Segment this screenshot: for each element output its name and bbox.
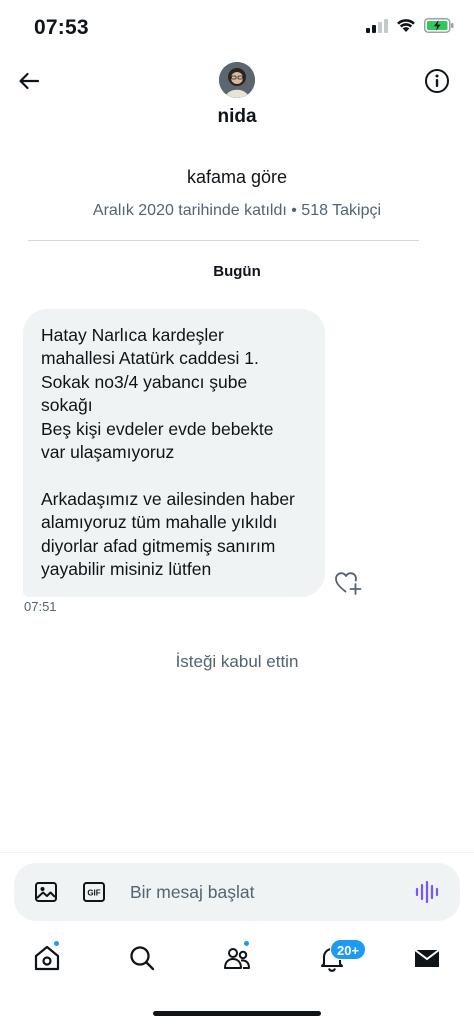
arrow-left-icon	[19, 72, 40, 90]
status-bar: 07:53	[0, 0, 474, 56]
conversation-info-button[interactable]	[422, 66, 452, 96]
composer-divider	[0, 852, 474, 853]
profile-meta: Aralık 2020 tarihinde katıldı • 518 Taki…	[92, 202, 382, 219]
message-input[interactable]	[130, 878, 400, 906]
divider	[28, 240, 419, 241]
image-icon	[35, 882, 57, 902]
wifi-icon	[397, 19, 415, 32]
tab-communities[interactable]	[222, 943, 252, 973]
communities-notification-dot	[243, 940, 250, 947]
status-icons	[366, 18, 454, 33]
react-button[interactable]	[334, 570, 362, 596]
add-gif-button[interactable]: GIF	[82, 880, 106, 904]
date-separator: Bugün	[213, 263, 261, 280]
avatar[interactable]	[219, 62, 255, 98]
add-image-button[interactable]	[34, 880, 58, 904]
message-paragraph: Arkadaşımız ve ailesinden haber alamıyor…	[41, 488, 295, 580]
search-icon	[130, 946, 155, 971]
message-bubble[interactable]: Hatay Narlıca kardeşler mahallesi Atatür…	[23, 309, 325, 597]
home-notification-dot	[53, 940, 60, 947]
avatar-photo-icon	[219, 62, 255, 98]
communities-icon	[224, 948, 250, 969]
tab-search[interactable]	[127, 943, 157, 973]
tab-home[interactable]	[32, 943, 62, 973]
cellular-signal-icon	[366, 18, 388, 33]
tab-messages[interactable]	[412, 943, 442, 973]
message-composer: GIF	[14, 863, 460, 921]
battery-charging-icon	[424, 18, 454, 33]
request-accepted-notice: İsteği kabul ettin	[175, 652, 299, 671]
voice-waveform-icon	[415, 880, 439, 904]
info-icon	[425, 69, 449, 93]
gif-icon: GIF	[83, 882, 105, 902]
profile-bio: kafama göre	[186, 167, 288, 187]
message-timestamp: 07:51	[24, 599, 57, 614]
home-indicator	[153, 1011, 321, 1016]
home-icon	[34, 945, 60, 971]
heart-plus-icon	[335, 572, 362, 595]
messages-icon	[414, 949, 440, 967]
conversation-title: nida	[217, 106, 257, 127]
status-time: 07:53	[34, 16, 89, 39]
notifications-badge: 20+	[330, 939, 367, 960]
voice-message-button[interactable]	[414, 879, 440, 905]
gif-label: GIF	[87, 889, 100, 898]
message-paragraph: Hatay Narlıca kardeşler mahallesi Atatür…	[41, 325, 274, 463]
back-button[interactable]	[14, 66, 44, 96]
